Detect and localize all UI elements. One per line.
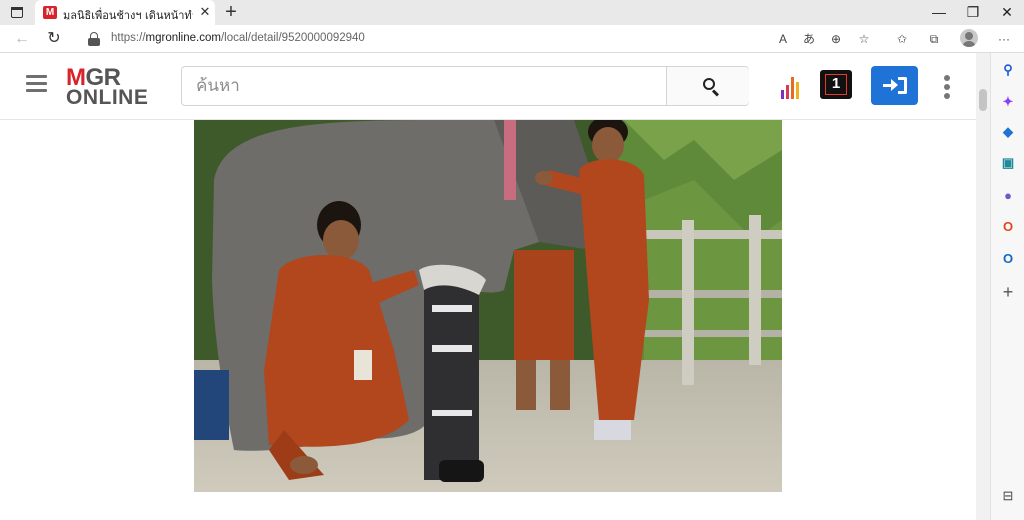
tab-actions-icon[interactable] xyxy=(8,4,26,21)
address-bar-row: ← ↻ https://mgronline.com/local/detail/9… xyxy=(0,25,1024,53)
sidebar-shopping-icon[interactable]: ◆ xyxy=(999,123,1017,141)
scrollbar-thumb[interactable] xyxy=(979,89,987,111)
new-tab-button[interactable]: + xyxy=(221,2,241,22)
page-viewport: MGR ONLINE 1 xyxy=(0,53,990,520)
address-bar-url[interactable]: https://mgronline.com/local/detail/95200… xyxy=(111,32,365,44)
restore-button[interactable]: ❐ xyxy=(956,0,990,25)
sidebar-search-icon[interactable]: ⚲ xyxy=(999,61,1017,79)
more-options-icon[interactable] xyxy=(943,75,951,99)
sidebar-collapse-icon[interactable]: ⊟ xyxy=(999,487,1017,505)
sidebar-add-icon[interactable]: + xyxy=(999,283,1017,301)
page-scrollbar[interactable] xyxy=(976,53,990,520)
collections-icon[interactable]: ⧉ xyxy=(925,30,943,48)
close-window-button[interactable]: ✕ xyxy=(990,0,1024,25)
elephant-prosthetic-photo xyxy=(194,120,782,492)
reload-button[interactable]: ↻ xyxy=(44,29,64,49)
read-aloud-icon[interactable]: A xyxy=(774,30,792,48)
profile-icon[interactable] xyxy=(960,29,978,47)
browser-tab-active[interactable]: M มูลนิธิเพื่อนช้างฯ เดินหน้าทำขาเทียมให… xyxy=(35,0,215,25)
sidebar-games-icon[interactable]: ● xyxy=(999,187,1017,205)
back-button[interactable]: ← xyxy=(12,29,32,49)
sidebar-tools-icon[interactable]: ▣ xyxy=(999,154,1017,172)
sidebar-outlook-icon[interactable]: O xyxy=(999,250,1017,268)
lock-icon[interactable] xyxy=(88,32,100,46)
sidebar-office-icon[interactable]: O xyxy=(999,218,1017,236)
site-favicon-icon: M xyxy=(43,6,57,19)
zoom-icon[interactable]: ⊕ xyxy=(827,30,845,48)
channel-one-icon[interactable]: 1 xyxy=(820,70,852,99)
article-photo xyxy=(194,120,782,492)
translate-icon[interactable]: あ xyxy=(800,30,818,48)
tab-strip: M มูลนิธิเพื่อนช้างฯ เดินหน้าทำขาเทียมให… xyxy=(0,0,1024,25)
tab-title: มูลนิธิเพื่อนช้างฯ เดินหน้าทำขาเทียมให้ช… xyxy=(63,9,193,20)
menu-icon[interactable] xyxy=(26,75,47,93)
search-box xyxy=(181,66,749,106)
edge-sidebar: ⚲ ✦ ◆ ▣ ● O O + ⊟ xyxy=(990,53,1024,520)
favorite-add-icon[interactable]: ☆ xyxy=(855,30,873,48)
minimize-button[interactable]: — xyxy=(922,0,956,25)
more-icon[interactable]: ··· xyxy=(995,30,1013,48)
search-input[interactable] xyxy=(183,68,665,104)
sidebar-copilot-icon[interactable]: ✦ xyxy=(999,93,1017,111)
favorites-icon[interactable]: ✩ xyxy=(893,30,911,48)
site-header: MGR ONLINE 1 xyxy=(0,53,976,120)
login-button[interactable] xyxy=(871,66,918,105)
podcast-bars-icon[interactable] xyxy=(781,73,803,99)
mgr-online-logo[interactable]: MGR ONLINE xyxy=(66,66,152,109)
tab-close-icon[interactable]: ✕ xyxy=(198,5,212,19)
search-icon xyxy=(703,78,715,90)
search-button[interactable] xyxy=(666,67,749,105)
